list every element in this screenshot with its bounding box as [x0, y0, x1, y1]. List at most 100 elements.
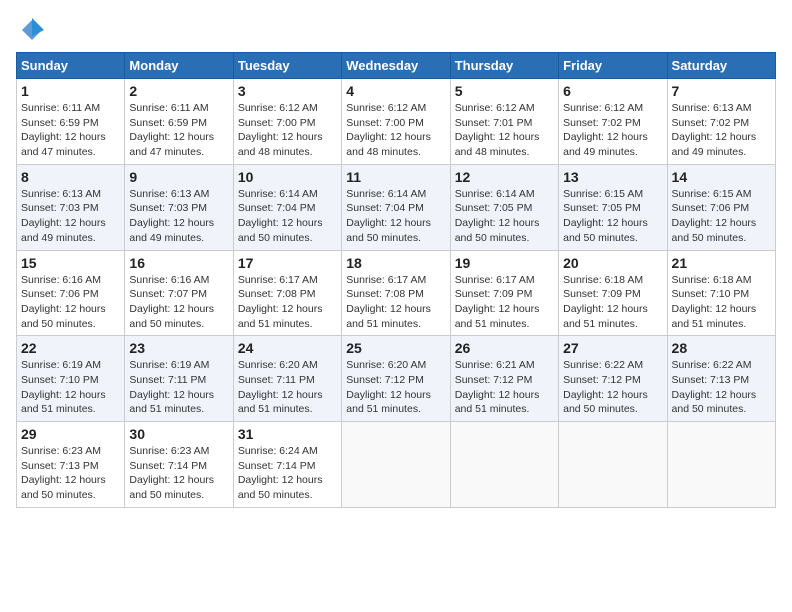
calendar-table: SundayMondayTuesdayWednesdayThursdayFrid… — [16, 52, 776, 508]
day-number: 26 — [455, 340, 554, 356]
calendar-day-header: Thursday — [450, 53, 558, 79]
day-info: Sunrise: 6:20 AMSunset: 7:12 PMDaylight:… — [346, 358, 445, 417]
day-number: 25 — [346, 340, 445, 356]
day-info: Sunrise: 6:22 AMSunset: 7:13 PMDaylight:… — [672, 358, 771, 417]
calendar-header-row: SundayMondayTuesdayWednesdayThursdayFrid… — [17, 53, 776, 79]
day-number: 14 — [672, 169, 771, 185]
day-info: Sunrise: 6:20 AMSunset: 7:11 PMDaylight:… — [238, 358, 337, 417]
day-info: Sunrise: 6:23 AMSunset: 7:14 PMDaylight:… — [129, 444, 228, 503]
calendar-cell: 7Sunrise: 6:13 AMSunset: 7:02 PMDaylight… — [667, 79, 775, 165]
calendar-cell: 9 Sunrise: 6:13 AMSunset: 7:03 PMDaylight… — [125, 164, 233, 250]
calendar-cell: 2 Sunrise: 6:11 AMSunset: 6:59 PMDaylight… — [125, 79, 233, 165]
day-number: 10 — [238, 169, 337, 185]
day-info: Sunrise: 6:19 AMSunset: 7:10 PMDaylight:… — [21, 358, 120, 417]
calendar-cell: 1 Sunrise: 6:11 AMSunset: 6:59 PMDaylight… — [17, 79, 125, 165]
day-number: 20 — [563, 255, 662, 271]
day-number: 23 — [129, 340, 228, 356]
calendar-cell: 18Sunrise: 6:17 AMSunset: 7:08 PMDayligh… — [342, 250, 450, 336]
day-info: Sunrise: 6:14 AMSunset: 7:04 PMDaylight:… — [238, 187, 337, 246]
day-number: 2 — [129, 83, 228, 99]
calendar-cell: 6 Sunrise: 6:12 AMSunset: 7:02 PMDaylight… — [559, 79, 667, 165]
calendar-day-header: Tuesday — [233, 53, 341, 79]
day-number: 13 — [563, 169, 662, 185]
calendar-cell: 31 Sunrise: 6:24 AMSunset: 7:14 PMDayligh… — [233, 422, 341, 508]
day-number: 1 — [21, 83, 120, 99]
calendar-cell — [667, 422, 775, 508]
day-info: Sunrise: 6:17 AMSunset: 7:08 PMDaylight:… — [238, 273, 337, 332]
calendar-cell: 4 Sunrise: 6:12 AMSunset: 7:00 PMDaylight… — [342, 79, 450, 165]
calendar-cell: 28 Sunrise: 6:22 AMSunset: 7:13 PMDayligh… — [667, 336, 775, 422]
day-info: Sunrise: 6:12 AMSunset: 7:01 PMDaylight:… — [455, 101, 554, 160]
calendar-cell — [559, 422, 667, 508]
calendar-cell: 25 Sunrise: 6:20 AMSunset: 7:12 PMDayligh… — [342, 336, 450, 422]
day-info: Sunrise: 6:11 AMSunset: 6:59 PMDaylight:… — [129, 101, 228, 160]
day-number: 19 — [455, 255, 554, 271]
day-info: Sunrise: 6:13 AMSunset: 7:03 PMDaylight:… — [129, 187, 228, 246]
calendar-day-header: Monday — [125, 53, 233, 79]
day-info: Sunrise: 6:14 AMSunset: 7:04 PMDaylight:… — [346, 187, 445, 246]
calendar-cell: 27 Sunrise: 6:22 AMSunset: 7:12 PMDayligh… — [559, 336, 667, 422]
day-info: Sunrise: 6:17 AMSunset: 7:09 PMDaylight:… — [455, 273, 554, 332]
logo-icon — [18, 16, 46, 44]
logo — [16, 16, 46, 44]
calendar-cell: 5 Sunrise: 6:12 AMSunset: 7:01 PMDaylight… — [450, 79, 558, 165]
page-header — [16, 16, 776, 44]
calendar-cell: 13Sunrise: 6:15 AMSunset: 7:05 PMDayligh… — [559, 164, 667, 250]
day-info: Sunrise: 6:12 AMSunset: 7:00 PMDaylight:… — [346, 101, 445, 160]
calendar-cell — [342, 422, 450, 508]
calendar-cell: 19 Sunrise: 6:17 AMSunset: 7:09 PMDayligh… — [450, 250, 558, 336]
calendar-week-row: 1 Sunrise: 6:11 AMSunset: 6:59 PMDaylight… — [17, 79, 776, 165]
calendar-week-row: 22 Sunrise: 6:19 AMSunset: 7:10 PMDayligh… — [17, 336, 776, 422]
day-info: Sunrise: 6:23 AMSunset: 7:13 PMDaylight:… — [21, 444, 120, 503]
calendar-cell: 15 Sunrise: 6:16 AMSunset: 7:06 PMDayligh… — [17, 250, 125, 336]
calendar-cell: 12Sunrise: 6:14 AMSunset: 7:05 PMDayligh… — [450, 164, 558, 250]
day-info: Sunrise: 6:17 AMSunset: 7:08 PMDaylight:… — [346, 273, 445, 332]
day-info: Sunrise: 6:13 AMSunset: 7:03 PMDaylight:… — [21, 187, 120, 246]
day-info: Sunrise: 6:16 AMSunset: 7:06 PMDaylight:… — [21, 273, 120, 332]
day-number: 15 — [21, 255, 120, 271]
day-number: 7 — [672, 83, 771, 99]
day-number: 9 — [129, 169, 228, 185]
calendar-cell: 10 Sunrise: 6:14 AMSunset: 7:04 PMDayligh… — [233, 164, 341, 250]
calendar-cell: 17 Sunrise: 6:17 AMSunset: 7:08 PMDayligh… — [233, 250, 341, 336]
calendar-week-row: 15 Sunrise: 6:16 AMSunset: 7:06 PMDayligh… — [17, 250, 776, 336]
day-number: 24 — [238, 340, 337, 356]
calendar-cell: 21 Sunrise: 6:18 AMSunset: 7:10 PMDayligh… — [667, 250, 775, 336]
day-number: 17 — [238, 255, 337, 271]
day-number: 29 — [21, 426, 120, 442]
calendar-cell — [450, 422, 558, 508]
calendar-day-header: Saturday — [667, 53, 775, 79]
calendar-cell: 3Sunrise: 6:12 AMSunset: 7:00 PMDaylight… — [233, 79, 341, 165]
calendar-cell: 16 Sunrise: 6:16 AMSunset: 7:07 PMDayligh… — [125, 250, 233, 336]
calendar-cell: 30 Sunrise: 6:23 AMSunset: 7:14 PMDayligh… — [125, 422, 233, 508]
calendar-cell: 23Sunrise: 6:19 AMSunset: 7:11 PMDayligh… — [125, 336, 233, 422]
day-number: 21 — [672, 255, 771, 271]
day-info: Sunrise: 6:18 AMSunset: 7:09 PMDaylight:… — [563, 273, 662, 332]
day-info: Sunrise: 6:18 AMSunset: 7:10 PMDaylight:… — [672, 273, 771, 332]
day-info: Sunrise: 6:24 AMSunset: 7:14 PMDaylight:… — [238, 444, 337, 503]
day-info: Sunrise: 6:16 AMSunset: 7:07 PMDaylight:… — [129, 273, 228, 332]
calendar-cell: 11 Sunrise: 6:14 AMSunset: 7:04 PMDayligh… — [342, 164, 450, 250]
calendar-cell: 26Sunrise: 6:21 AMSunset: 7:12 PMDayligh… — [450, 336, 558, 422]
day-number: 4 — [346, 83, 445, 99]
day-number: 3 — [238, 83, 337, 99]
day-number: 11 — [346, 169, 445, 185]
day-number: 30 — [129, 426, 228, 442]
calendar-cell: 20 Sunrise: 6:18 AMSunset: 7:09 PMDayligh… — [559, 250, 667, 336]
day-info: Sunrise: 6:11 AMSunset: 6:59 PMDaylight:… — [21, 101, 120, 160]
calendar-day-header: Friday — [559, 53, 667, 79]
day-number: 28 — [672, 340, 771, 356]
calendar-cell: 29 Sunrise: 6:23 AMSunset: 7:13 PMDayligh… — [17, 422, 125, 508]
day-info: Sunrise: 6:15 AMSunset: 7:06 PMDaylight:… — [672, 187, 771, 246]
day-number: 27 — [563, 340, 662, 356]
calendar-day-header: Sunday — [17, 53, 125, 79]
day-info: Sunrise: 6:12 AMSunset: 7:02 PMDaylight:… — [563, 101, 662, 160]
day-info: Sunrise: 6:22 AMSunset: 7:12 PMDaylight:… — [563, 358, 662, 417]
calendar-cell: 14 Sunrise: 6:15 AMSunset: 7:06 PMDayligh… — [667, 164, 775, 250]
day-number: 6 — [563, 83, 662, 99]
calendar-week-row: 29 Sunrise: 6:23 AMSunset: 7:13 PMDayligh… — [17, 422, 776, 508]
day-number: 5 — [455, 83, 554, 99]
day-number: 16 — [129, 255, 228, 271]
day-number: 31 — [238, 426, 337, 442]
day-number: 22 — [21, 340, 120, 356]
